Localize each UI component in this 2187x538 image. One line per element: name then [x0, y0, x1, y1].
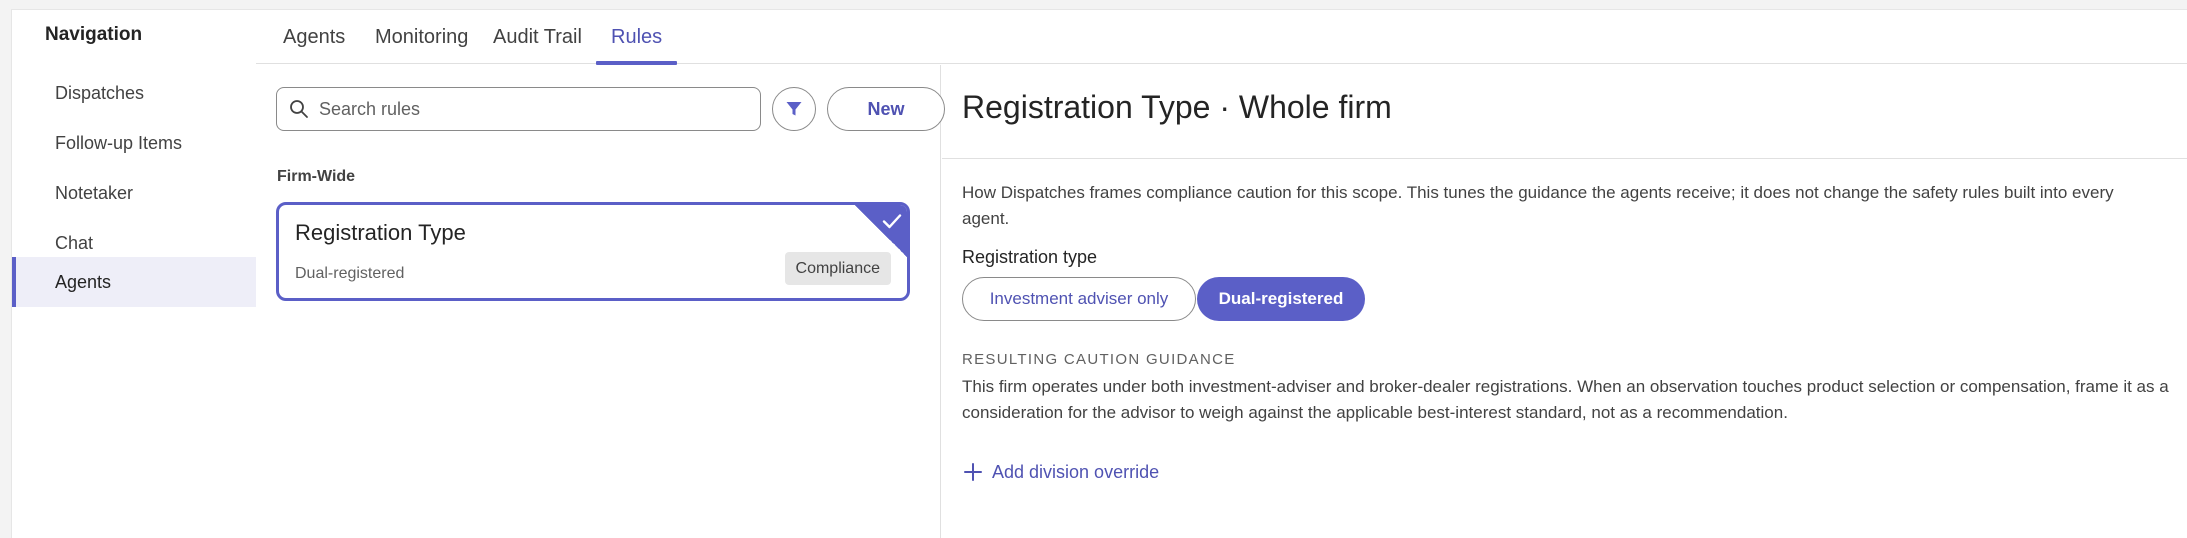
tab-bar: Agents Monitoring Audit Trail Rules: [256, 10, 2187, 65]
rule-detail-pane: Registration Type · Whole firm How Dispa…: [942, 65, 2187, 538]
filter-button[interactable]: [772, 87, 816, 131]
resulting-guidance-text: This firm operates under both investment…: [962, 377, 2169, 422]
detail-title: Registration Type · Whole firm: [962, 89, 1392, 125]
search-icon: [290, 100, 308, 118]
tab-agents[interactable]: Agents: [283, 10, 345, 64]
add-division-override-button[interactable]: Add division override: [962, 461, 1159, 483]
filter-icon: [786, 102, 802, 116]
search-placeholder: Search rules: [319, 98, 421, 119]
category-badge: Compliance: [784, 252, 891, 285]
resulting-guidance-label: RESULTING CAUTION GUIDANCE: [962, 351, 1236, 368]
app-window: Navigation Dispatches Follow-up Items No…: [11, 9, 2187, 538]
card-subtitle: Dual-registered: [295, 265, 405, 282]
option-investment-adviser-only[interactable]: Investment adviser only: [962, 277, 1196, 321]
option-dual-registered[interactable]: Dual-registered: [1197, 277, 1365, 321]
tab-rules[interactable]: Rules: [596, 10, 678, 65]
search-input[interactable]: Search rules: [276, 87, 761, 131]
detail-description: How Dispatches frames compliance caution…: [962, 183, 2114, 228]
new-rule-button[interactable]: New: [827, 87, 945, 131]
plus-icon: [964, 463, 982, 481]
detail-header: Registration Type · Whole firm: [942, 65, 2187, 159]
rule-card-registration-type[interactable]: Registration Type Dual-registered Compli…: [276, 202, 910, 301]
registration-type-selector: Investment adviser only Dual-registered: [962, 277, 1365, 321]
sidebar-title: Navigation: [45, 24, 143, 45]
registration-type-label: Registration type: [962, 247, 1098, 267]
sidebar-item-notetaker[interactable]: Notetaker: [12, 168, 256, 218]
tab-audit-trail[interactable]: Audit Trail: [493, 10, 582, 64]
checkmark-icon: [882, 214, 902, 229]
tab-monitoring[interactable]: Monitoring: [375, 10, 468, 64]
section-label-firm-wide: Firm-Wide: [277, 168, 356, 185]
sidebar-item-agents[interactable]: Agents: [12, 257, 256, 307]
add-division-override-label: Add division override: [992, 461, 1160, 482]
sidebar-item-dispatches[interactable]: Dispatches: [12, 68, 256, 118]
sidebar-item-follow-up-items[interactable]: Follow-up Items: [12, 118, 256, 168]
rules-list-pane: Search rules New Firm-Wide Registration …: [256, 65, 945, 538]
card-title: Registration Type: [295, 220, 466, 245]
sidebar: Navigation Dispatches Follow-up Items No…: [12, 10, 256, 538]
